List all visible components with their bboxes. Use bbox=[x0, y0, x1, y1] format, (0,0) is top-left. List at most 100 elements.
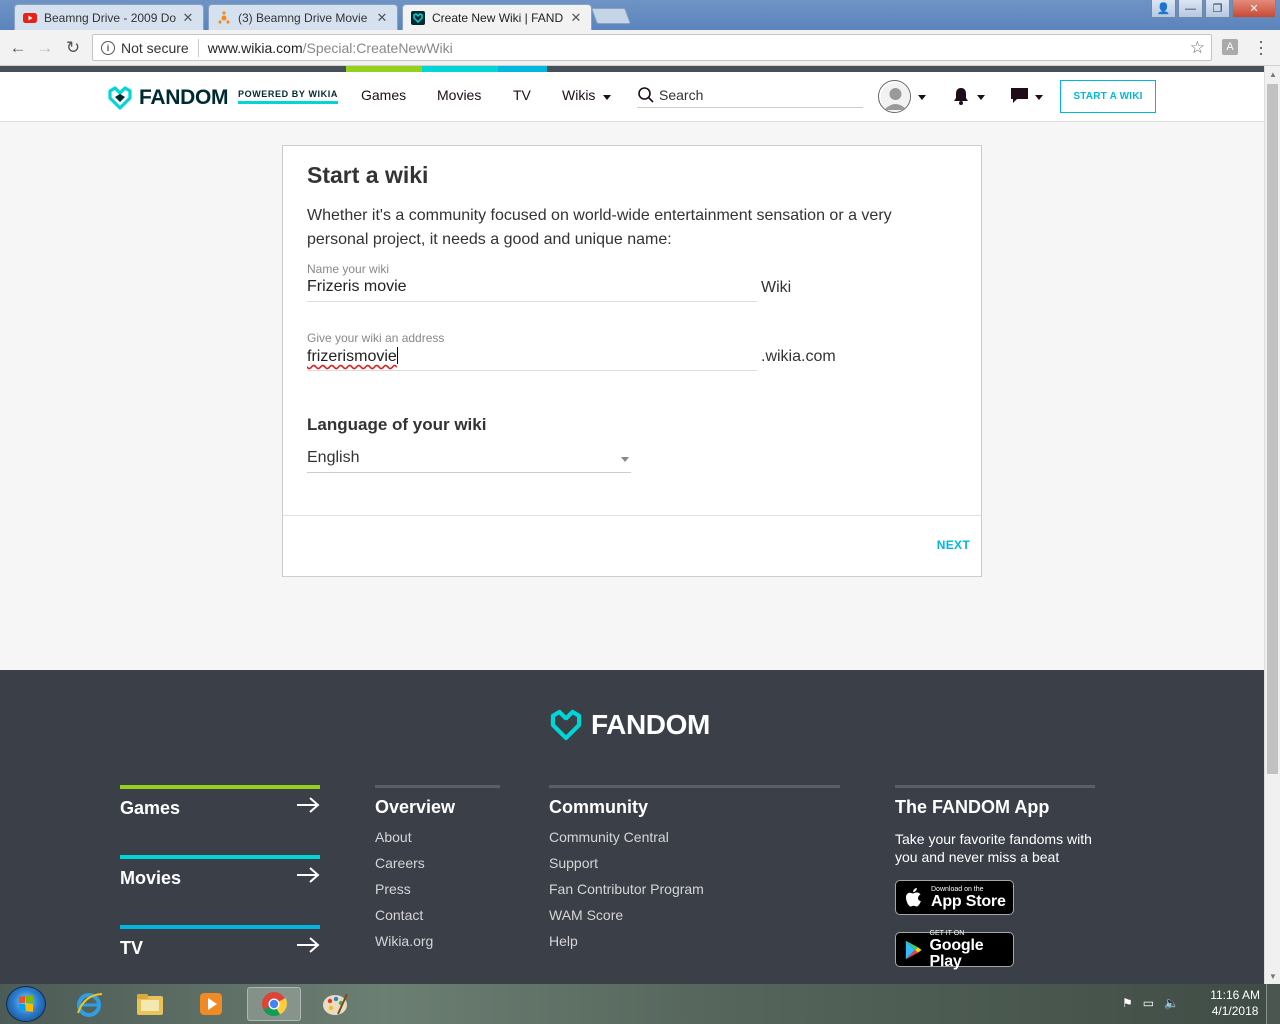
chrome-taskbar-icon[interactable] bbox=[247, 987, 301, 1021]
footer-overview-column: Overview About Careers Press Contact Wik… bbox=[375, 785, 500, 958]
chat-bubble-icon[interactable] bbox=[1010, 87, 1029, 105]
volume-icon[interactable]: 🔈 bbox=[1164, 996, 1179, 1010]
nav-wikis[interactable]: Wikis bbox=[562, 87, 595, 103]
address-bar[interactable]: i Not secure www.wikia.com/Special:Creat… bbox=[92, 34, 1212, 61]
logo-text: FANDOM bbox=[139, 86, 229, 109]
back-arrow-icon[interactable]: ← bbox=[7, 37, 29, 59]
wiki-address-field[interactable]: frizerismovie bbox=[307, 347, 757, 371]
fandom-logo[interactable]: FANDOM bbox=[107, 86, 229, 110]
start-a-wiki-button[interactable]: START A WIKI bbox=[1060, 80, 1156, 113]
system-tray: ⚑ ▭ 🔈 bbox=[1122, 996, 1179, 1010]
footer-link-press[interactable]: Press bbox=[375, 880, 500, 906]
footer-fandom-logo[interactable]: FANDOM bbox=[549, 709, 710, 741]
tab-title: Create New Wiki | FAND bbox=[432, 10, 564, 25]
new-tab-button[interactable] bbox=[591, 8, 631, 24]
close-window-button[interactable]: ✕ bbox=[1232, 0, 1276, 18]
vertical-label: TV bbox=[120, 938, 144, 958]
scroll-up-arrow-icon[interactable]: ▲ bbox=[1265, 66, 1280, 82]
restore-button[interactable]: ❐ bbox=[1205, 0, 1230, 18]
language-select[interactable]: English bbox=[307, 449, 631, 473]
bookmark-star-icon[interactable]: ☆ bbox=[1190, 38, 1205, 58]
wiki-name-suffix: Wiki bbox=[761, 279, 792, 296]
vertical-label: Movies bbox=[120, 868, 182, 888]
footer-vertical-tv[interactable]: TV bbox=[120, 925, 320, 959]
footer-link-help[interactable]: Help bbox=[549, 932, 840, 958]
url-host: www.wikia.com bbox=[207, 39, 303, 56]
clock-date: 4/1/2018 bbox=[1211, 1004, 1259, 1018]
footer-link-community-central[interactable]: Community Central bbox=[549, 828, 840, 854]
fandom-icon bbox=[411, 10, 425, 25]
column-divider bbox=[895, 785, 1095, 788]
app-store-big-text: App Store bbox=[931, 892, 1006, 910]
powered-by-wikia[interactable]: POWERED BY WIKIA bbox=[238, 89, 338, 104]
column-divider bbox=[375, 785, 500, 788]
user-icon[interactable]: 👤 bbox=[1151, 0, 1176, 18]
forward-arrow-icon[interactable]: → bbox=[34, 37, 56, 59]
notifications-chevron-icon[interactable] bbox=[977, 95, 985, 100]
address-field-label: Give your wiki an address bbox=[307, 331, 445, 345]
clock[interactable]: 11:16 AM 4/1/2018 bbox=[1210, 987, 1260, 1019]
language-heading: Language of your wiki bbox=[307, 415, 487, 434]
browser-tab-strip: Beamng Drive - 2009 Do ✕ (3) Beamng Driv… bbox=[0, 0, 1280, 30]
browser-tab-youtube[interactable]: Beamng Drive - 2009 Do ✕ bbox=[14, 4, 204, 30]
divider bbox=[197, 38, 199, 57]
extension-icon[interactable]: A bbox=[1222, 39, 1238, 55]
footer-link-support[interactable]: Support bbox=[549, 854, 840, 880]
search-input[interactable]: Search bbox=[637, 82, 863, 108]
footer-app-column: The FANDOM App Take your favorite fandom… bbox=[895, 785, 1095, 984]
wiki-address-value: frizerismovie bbox=[307, 348, 397, 365]
tab-close-icon[interactable]: ✕ bbox=[569, 10, 583, 26]
community-title: Community bbox=[549, 797, 648, 817]
page-scrollbar[interactable]: ▲ ▼ bbox=[1264, 66, 1280, 984]
discussions-chevron-icon[interactable] bbox=[1035, 95, 1043, 100]
nav-movies[interactable]: Movies bbox=[437, 87, 481, 103]
wiki-name-field[interactable]: Frizeris movie bbox=[307, 278, 757, 302]
footer-vertical-movies[interactable]: Movies bbox=[120, 855, 320, 889]
action-center-flag-icon[interactable]: ⚑ bbox=[1122, 996, 1133, 1010]
scroll-down-arrow-icon[interactable]: ▼ bbox=[1265, 968, 1280, 984]
vertical-label: Games bbox=[120, 798, 181, 818]
browser-tab-fandom[interactable]: Create New Wiki | FAND ✕ bbox=[402, 4, 592, 30]
nav-tv[interactable]: TV bbox=[513, 87, 531, 103]
app-store-badge[interactable]: Download on the App Store bbox=[895, 880, 1014, 915]
nav-games[interactable]: Games bbox=[361, 87, 406, 103]
reload-icon[interactable]: ↻ bbox=[62, 37, 84, 59]
browser-menu-icon[interactable]: · · · bbox=[1256, 32, 1266, 62]
tab-close-icon[interactable]: ✕ bbox=[181, 10, 195, 26]
info-icon[interactable]: i bbox=[101, 40, 115, 55]
page-viewport: FANDOM POWERED BY WIKIA Games Movies TV … bbox=[0, 66, 1264, 984]
file-explorer-icon[interactable] bbox=[123, 987, 177, 1021]
wiki-address-suffix: .wikia.com bbox=[761, 348, 836, 365]
scrollbar-thumb[interactable] bbox=[1267, 84, 1278, 774]
tab-close-icon[interactable]: ✕ bbox=[375, 10, 389, 26]
internet-explorer-icon[interactable] bbox=[62, 987, 116, 1021]
intro-text: Whether it's a community focused on worl… bbox=[307, 207, 892, 248]
network-icon[interactable]: ▭ bbox=[1143, 996, 1154, 1010]
footer-link-wikia-org[interactable]: Wikia.org bbox=[375, 932, 500, 958]
movies-color-bar bbox=[120, 855, 320, 859]
start-button[interactable] bbox=[6, 986, 46, 1022]
deviantart-icon bbox=[217, 10, 231, 25]
show-desktop-button[interactable] bbox=[1266, 984, 1280, 1024]
tv-color-bar bbox=[120, 925, 320, 929]
footer-link-fan-contributor[interactable]: Fan Contributor Program bbox=[549, 880, 840, 906]
google-play-big-text: Google Play bbox=[929, 936, 984, 970]
footer-logo-text: FANDOM bbox=[591, 709, 710, 740]
browser-tab-deviantart[interactable]: (3) Beamng Drive Movie ✕ bbox=[208, 4, 398, 30]
footer-link-contact[interactable]: Contact bbox=[375, 906, 500, 932]
app-description: Take your favorite fandoms with you and … bbox=[895, 831, 1092, 865]
footer-vertical-games[interactable]: Games bbox=[120, 785, 320, 819]
google-play-badge[interactable]: GET IT ON Google Play bbox=[895, 930, 1014, 970]
user-menu-chevron-icon[interactable] bbox=[918, 95, 926, 100]
tab-title: Beamng Drive - 2009 Do bbox=[44, 10, 177, 25]
next-button[interactable]: NEXT bbox=[937, 538, 970, 552]
footer-link-about[interactable]: About bbox=[375, 828, 500, 854]
footer-link-wam-score[interactable]: WAM Score bbox=[549, 906, 840, 932]
avatar[interactable] bbox=[878, 80, 911, 113]
media-player-icon[interactable] bbox=[184, 987, 238, 1021]
footer-link-careers[interactable]: Careers bbox=[375, 854, 500, 880]
minimize-button[interactable]: — bbox=[1178, 0, 1203, 18]
global-footer: FANDOM Games Movies TV Overview About Ca… bbox=[0, 670, 1264, 984]
bell-icon[interactable] bbox=[952, 86, 970, 106]
paint-icon[interactable] bbox=[308, 987, 362, 1021]
